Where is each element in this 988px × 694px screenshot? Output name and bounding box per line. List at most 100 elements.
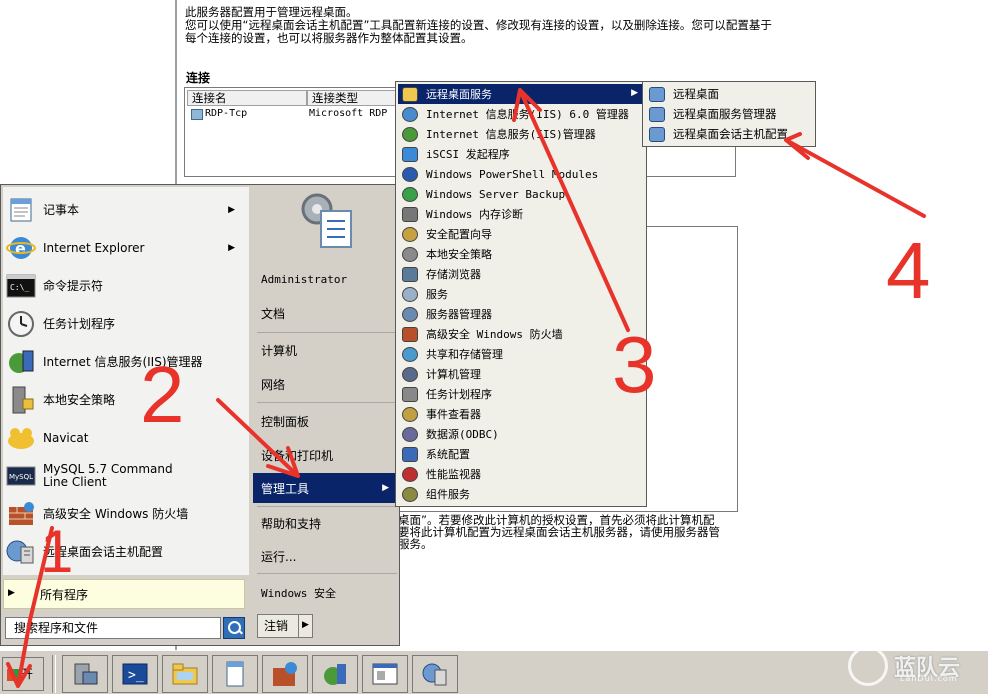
start-item-label: Internet 信息服务(IIS)管理器: [43, 354, 203, 369]
start-link-windows-security[interactable]: Windows 安全: [253, 578, 399, 608]
admin-menu-label: 计算机管理: [426, 368, 481, 381]
svg-text:e: e: [15, 239, 26, 258]
admin-menu-label: Internet 信息服务(IIS) 6.0 管理器: [426, 108, 629, 121]
admin-menu-item[interactable]: 服务器管理器: [398, 304, 644, 324]
start-item-security-policy[interactable]: 本地安全策略: [5, 383, 245, 417]
start-link-documents[interactable]: 文档: [253, 298, 399, 328]
admin-menu-item[interactable]: 本地安全策略: [398, 244, 644, 264]
licensing-text: 桌面”。若要修改此计算机的授权设置，首先必须将此计算机配 要将此计算机配置为远程…: [398, 513, 720, 551]
admin-menu-item[interactable]: 安全配置向导: [398, 224, 644, 244]
start-link-admin-tools[interactable]: 管理工具 ▶: [253, 473, 399, 503]
submenu-arrow-icon: ▶: [631, 88, 638, 98]
search-icon[interactable]: [223, 617, 245, 639]
admin-menu-item[interactable]: 远程桌面服务 ▶: [398, 84, 644, 104]
notepad-icon: [5, 195, 37, 225]
iscsi-icon: [402, 146, 418, 162]
admin-tools-menu: 远程桌面服务 ▶ Internet 信息服务(IIS) 6.0 管理器 Interne…: [395, 81, 647, 507]
rds-config-icon: [421, 660, 449, 688]
start-item-mysql[interactable]: MySQL MySQL 5.7 Command Line Client: [5, 459, 245, 493]
admin-menu-item[interactable]: 任务计划程序: [398, 384, 644, 404]
mysql-icon: MySQL: [5, 461, 37, 491]
connection-name-cell: RDP-Tcp: [189, 108, 309, 120]
admin-menu-label: Windows Server Backup: [426, 187, 566, 201]
admin-menu-item[interactable]: Windows PowerShell Modules: [398, 164, 644, 184]
divider: [257, 506, 397, 507]
start-link-computer[interactable]: 计算机: [253, 335, 399, 365]
admin-menu-label: 系统配置: [426, 448, 470, 461]
clock-icon: [5, 309, 37, 339]
start-item-navicat[interactable]: Navicat: [5, 421, 245, 455]
admin-menu-item[interactable]: 系统配置: [398, 444, 644, 464]
table-row[interactable]: RDP-Tcp Microsoft RDP: [189, 108, 399, 120]
server-manager-icon: [71, 660, 99, 688]
start-link-run[interactable]: 运行...: [253, 541, 399, 571]
taskbar-server-manager[interactable]: [62, 655, 108, 693]
ie-icon: e: [5, 233, 37, 263]
svg-text:C:\_: C:\_: [10, 283, 29, 292]
explorer-icon: [171, 660, 199, 688]
admin-menu-item[interactable]: 服务: [398, 284, 644, 304]
taskbar-rds-config[interactable]: [412, 655, 458, 693]
start-item-rds-config[interactable]: 远程桌面会话主机配置: [5, 535, 245, 569]
rds-submenu: 远程桌面 远程桌面服务管理器远程桌面会话主机配置: [642, 81, 816, 147]
admin-menu-item[interactable]: 高级安全 Windows 防火墙: [398, 324, 644, 344]
rds-manager-icon: [649, 106, 665, 122]
admin-menu-item[interactable]: 计算机管理: [398, 364, 644, 384]
start-item-label: 任务计划程序: [43, 316, 116, 331]
start-item-label: MySQL 5.7 Command Line Client: [43, 462, 173, 489]
start-link-control-panel[interactable]: 控制面板: [253, 406, 399, 436]
taskbar-firewall[interactable]: [262, 655, 308, 693]
admin-menu-item[interactable]: 共享和存储管理: [398, 344, 644, 364]
rds-menu-item[interactable]: 远程桌面会话主机配置: [645, 124, 815, 144]
start-link-network[interactable]: 网络: [253, 369, 399, 399]
admin-menu-item[interactable]: 数据源(ODBC): [398, 424, 644, 444]
taskbar-iis[interactable]: [312, 655, 358, 693]
admin-menu-label: 服务器管理器: [426, 308, 492, 321]
start-link-devices[interactable]: 设备和打印机: [253, 440, 399, 470]
admin-menu-item[interactable]: 存储浏览器: [398, 264, 644, 284]
rds-config-icon: [649, 126, 665, 142]
admin-menu-item[interactable]: 组件服务: [398, 484, 644, 504]
admin-menu-item[interactable]: iSCSI 发起程序: [398, 144, 644, 164]
start-item-iis[interactable]: Internet 信息服务(IIS)管理器: [5, 345, 245, 379]
start-item-task-scheduler[interactable]: 任务计划程序: [5, 307, 245, 341]
admin-menu-item[interactable]: Internet 信息服务(IIS) 6.0 管理器: [398, 104, 644, 124]
column-header-name[interactable]: 连接名: [187, 90, 307, 106]
admin-menu-item[interactable]: Windows Server Backup: [398, 184, 644, 204]
taskbar-powershell[interactable]: >_: [112, 655, 158, 693]
taskbar-notepad[interactable]: [212, 655, 258, 693]
powershell-icon: [402, 166, 418, 182]
taskbar-window[interactable]: [362, 655, 408, 693]
admin-menu-label: 任务计划程序: [426, 388, 492, 401]
admin-menu-label: Windows PowerShell Modules: [426, 167, 599, 181]
iis6-icon: [402, 106, 418, 122]
firewall-icon: [402, 326, 418, 342]
start-button[interactable]: 开始: [2, 657, 44, 691]
start-link-help[interactable]: 帮助和支持: [253, 508, 399, 538]
rds-menu-item[interactable]: 远程桌面服务管理器: [645, 104, 815, 124]
firewall-icon: [5, 499, 37, 529]
admin-menu-item[interactable]: 性能监视器: [398, 464, 644, 484]
rds-menu-item[interactable]: 远程桌面: [645, 84, 815, 104]
column-header-type[interactable]: 连接类型: [307, 90, 397, 106]
start-link-user[interactable]: Administrator: [253, 264, 399, 294]
admin-menu-item[interactable]: Windows 内存诊断: [398, 204, 644, 224]
admin-menu-item[interactable]: Internet 信息服务(IIS)管理器: [398, 124, 644, 144]
security-policy-icon: [402, 246, 418, 262]
start-item-notepad[interactable]: 记事本 ▶: [5, 193, 245, 227]
divider: [257, 332, 397, 333]
start-item-firewall[interactable]: 高级安全 Windows 防火墙: [5, 497, 245, 531]
start-item-cmd[interactable]: C:\_ 命令提示符: [5, 269, 245, 303]
backup-icon: [402, 186, 418, 202]
all-programs-button[interactable]: ▶ 所有程序: [3, 579, 245, 609]
connection-type-cell: Microsoft RDP: [309, 108, 388, 119]
start-item-ie[interactable]: e Internet Explorer ▶: [5, 231, 245, 265]
admin-menu-item[interactable]: 事件查看器: [398, 404, 644, 424]
search-input[interactable]: 搜索程序和文件: [5, 617, 221, 639]
component-icon: [402, 486, 418, 502]
rds-menu-label: 远程桌面会话主机配置: [673, 127, 788, 141]
taskbar-explorer[interactable]: [162, 655, 208, 693]
watermark: 蓝队云 LanDui.com: [848, 640, 988, 692]
admin-menu-label: 本地安全策略: [426, 248, 492, 261]
logoff-options-chevron-icon[interactable]: ▶: [298, 614, 313, 638]
